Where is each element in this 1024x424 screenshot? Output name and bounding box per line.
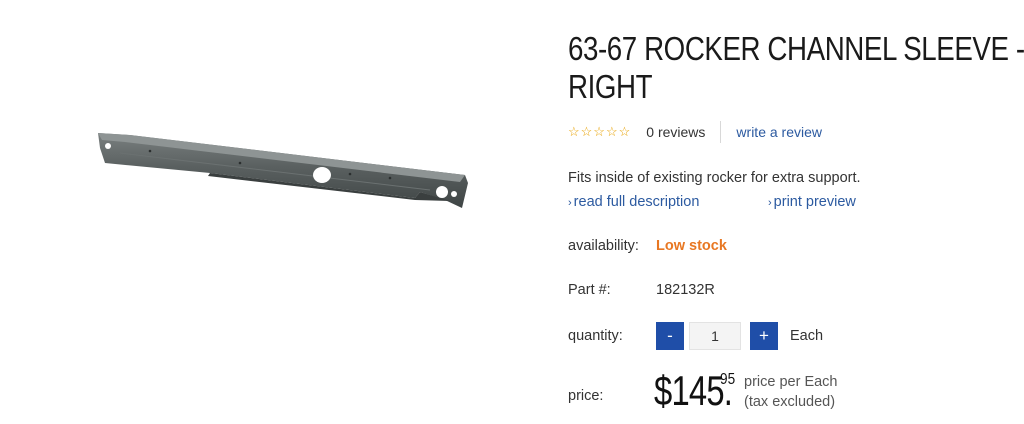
- quantity-increase-button[interactable]: +: [750, 322, 778, 350]
- print-preview-label: print preview: [773, 194, 856, 210]
- print-preview-link[interactable]: › print preview: [768, 194, 856, 210]
- review-count: 0 reviews: [646, 124, 706, 140]
- price-cents: 95: [720, 371, 736, 388]
- availability-label: availability:: [568, 238, 639, 254]
- price-note: price per Each (tax excluded): [744, 372, 838, 412]
- divider: [720, 121, 722, 143]
- star-rating-icon[interactable]: ☆☆☆☆☆: [568, 124, 631, 140]
- rating-row: ☆☆☆☆☆ 0 reviews write a review: [568, 121, 822, 143]
- part-number-label: Part #:: [568, 282, 611, 298]
- quantity-row: quantity: - + Each: [568, 322, 868, 350]
- product-title-line1: 63-67 ROCKER CHANNEL SLEEVE -: [568, 30, 1024, 67]
- quantity-label: quantity:: [568, 328, 623, 344]
- chevron-right-icon: ›: [568, 197, 572, 209]
- availability-status: Low stock: [656, 238, 727, 254]
- price-row: price: $145. 95 price per Each (tax excl…: [568, 366, 968, 416]
- write-review-link[interactable]: write a review: [736, 124, 822, 140]
- product-image: [98, 133, 468, 208]
- product-title: 63-67 ROCKER CHANNEL SLEEVE - RIGHT: [568, 30, 1024, 106]
- quantity-input[interactable]: [689, 322, 741, 350]
- short-description: Fits inside of existing rocker for extra…: [568, 170, 861, 186]
- product-title-line2: RIGHT: [568, 68, 653, 105]
- price-per-unit: price per Each: [744, 374, 838, 390]
- tax-note: (tax excluded): [744, 394, 836, 410]
- quantity-unit: Each: [790, 328, 824, 344]
- read-full-description-label: read full description: [573, 194, 700, 210]
- chevron-right-icon: ›: [768, 197, 772, 209]
- price-label: price:: [568, 388, 604, 404]
- part-number-value: 182132R: [656, 282, 715, 298]
- quantity-decrease-button[interactable]: -: [656, 322, 684, 350]
- read-full-description-link[interactable]: › read full description: [568, 194, 699, 210]
